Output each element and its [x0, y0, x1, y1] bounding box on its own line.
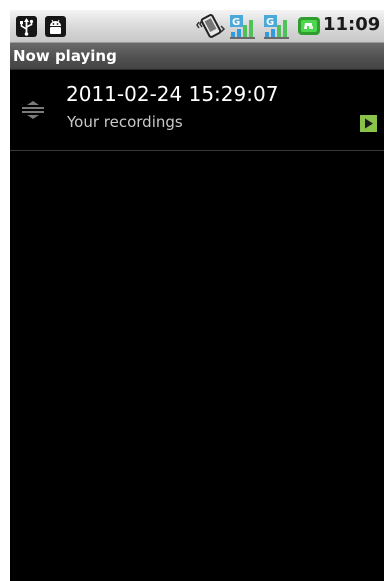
recording-subtitle: Your recordings: [67, 113, 183, 131]
phone-screen: G G 11:09 Now playing 2011-02-24 15:29:0…: [10, 10, 384, 581]
battery-charging-icon: [298, 17, 320, 39]
recording-title: 2011-02-24 15:29:07: [66, 82, 279, 106]
usb-icon: [16, 16, 37, 37]
title-bar: Now playing: [10, 43, 384, 70]
drag-handle-icon[interactable]: [21, 101, 45, 123]
signal-icon: G: [230, 15, 258, 43]
network-type-label: G: [232, 17, 240, 28]
status-clock: 11:09 AM: [323, 14, 384, 35]
list-divider: [10, 150, 384, 151]
play-icon: [360, 115, 377, 132]
network-type-label: G: [266, 17, 274, 28]
android-debug-icon: [45, 16, 66, 37]
vibrate-icon: [196, 13, 226, 43]
page-title: Now playing: [13, 47, 117, 65]
list-item[interactable]: 2011-02-24 15:29:07 Your recordings: [10, 70, 384, 150]
signal-icon: G: [264, 15, 292, 43]
status-bar: G G 11:09: [10, 10, 384, 43]
